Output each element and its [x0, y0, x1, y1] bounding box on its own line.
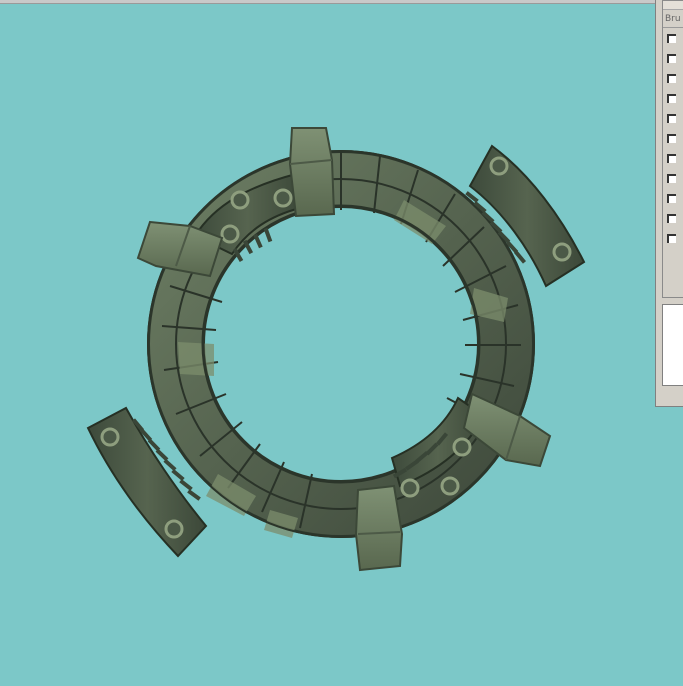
layer-visibility-checkbox[interactable]	[667, 154, 676, 163]
layer-row[interactable]	[663, 28, 683, 48]
3d-viewport[interactable]	[0, 4, 655, 686]
layer-visibility-checkbox[interactable]	[667, 174, 676, 183]
layer-visibility-checkbox[interactable]	[667, 74, 676, 83]
bracket-bottom	[354, 484, 404, 572]
bracket-top	[288, 127, 336, 218]
layer-row[interactable]	[663, 68, 683, 88]
ring-model	[86, 127, 586, 572]
layer-visibility-checkbox[interactable]	[667, 234, 676, 243]
layer-panel: Bru	[655, 0, 683, 407]
layer-visibility-checkbox[interactable]	[667, 194, 676, 203]
layer-row[interactable]	[663, 148, 683, 168]
layer-row[interactable]	[663, 228, 683, 248]
layer-checkbox-list	[663, 28, 683, 248]
layer-row[interactable]	[663, 88, 683, 108]
layer-row[interactable]	[663, 208, 683, 228]
layer-row[interactable]	[663, 168, 683, 188]
layer-row[interactable]	[663, 48, 683, 68]
layer-visibility-checkbox[interactable]	[667, 134, 676, 143]
preview-box	[662, 304, 683, 386]
layer-row[interactable]	[663, 128, 683, 148]
layer-row[interactable]	[663, 108, 683, 128]
layer-visibility-checkbox[interactable]	[667, 94, 676, 103]
layer-row[interactable]	[663, 188, 683, 208]
layer-visibility-checkbox[interactable]	[667, 214, 676, 223]
panel-title-strip	[663, 1, 683, 10]
layer-visibility-checkbox[interactable]	[667, 114, 676, 123]
panel-header: Bru	[663, 1, 683, 28]
stone-ring	[147, 150, 535, 538]
panel-header-label: Bru	[665, 14, 681, 24]
layer-visibility-checkbox[interactable]	[667, 34, 676, 43]
layer-visibility-checkbox[interactable]	[667, 54, 676, 63]
layer-list-frame: Bru	[662, 0, 683, 298]
